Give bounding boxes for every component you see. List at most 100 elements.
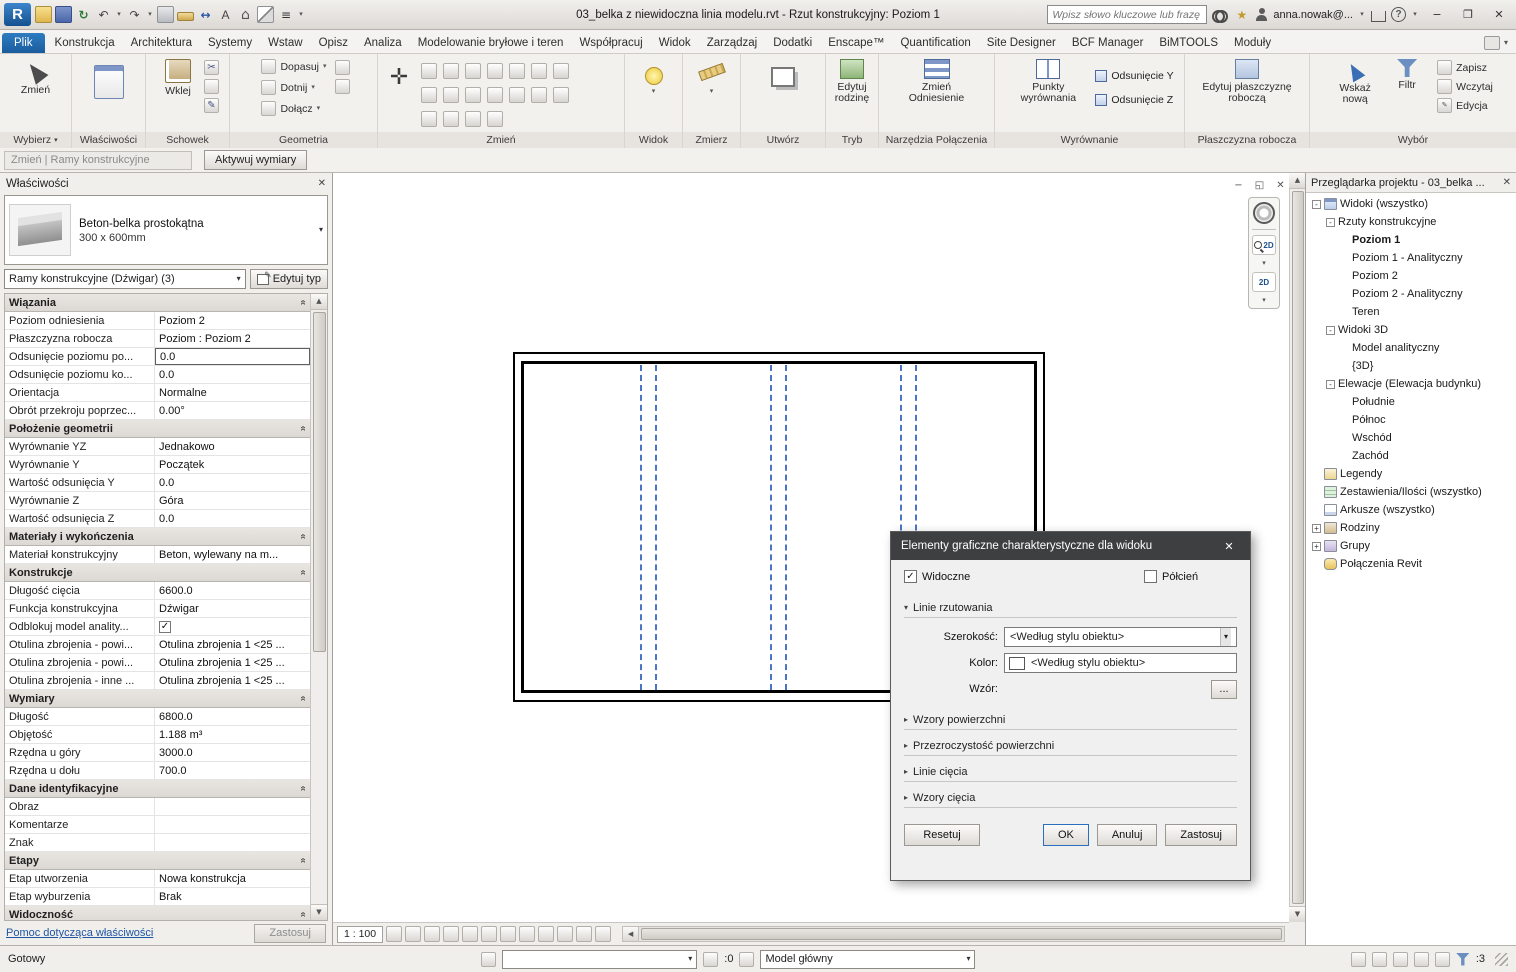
copy-icon[interactable] xyxy=(421,87,437,103)
favorites-icon[interactable]: ★ xyxy=(1233,6,1250,23)
delete-icon[interactable] xyxy=(531,87,547,103)
scale-icon[interactable] xyxy=(465,87,481,103)
detail-level-icon[interactable] xyxy=(386,926,402,942)
property-value[interactable] xyxy=(155,834,310,851)
reset-button[interactable]: Resetuj xyxy=(904,824,980,846)
design-options-icon[interactable] xyxy=(739,952,754,967)
vertical-scrollbar[interactable]: ▲ ▼ xyxy=(1289,173,1305,922)
browser-item-legendy[interactable]: Legendy xyxy=(1306,465,1516,483)
tab-współpracuj[interactable]: Współpracuj xyxy=(571,33,650,53)
browser-item-rodziny[interactable]: +Rodziny xyxy=(1306,519,1516,537)
tab-architektura[interactable]: Architektura xyxy=(123,33,200,53)
browser-item-grupy[interactable]: +Grupy xyxy=(1306,537,1516,555)
tree-expander-icon[interactable]: - xyxy=(1326,326,1335,335)
modify-button[interactable]: Zmień xyxy=(0,56,71,96)
match-type-icon[interactable] xyxy=(553,87,569,103)
open-icon[interactable] xyxy=(35,6,52,23)
horizontal-scrollbar[interactable]: ◀ xyxy=(622,926,1285,942)
browser-item-{3d}[interactable]: {3D} xyxy=(1306,357,1516,375)
property-value[interactable]: 0.0 xyxy=(155,510,310,527)
property-value[interactable]: 700.0 xyxy=(155,762,310,779)
array-icon[interactable] xyxy=(443,87,459,103)
qat-customize-icon[interactable]: ▾ xyxy=(297,11,305,18)
browser-item-poziom-1[interactable]: Poziom 1 xyxy=(1306,231,1516,249)
cope-button[interactable]: Dopasuj▾ xyxy=(257,56,330,77)
property-value[interactable]: Otulina zbrojenia 1 <25 ... xyxy=(155,636,310,653)
steering-wheel-icon[interactable] xyxy=(1253,202,1275,224)
sun-path-icon[interactable] xyxy=(424,926,440,942)
reveal-hidden-icon[interactable] xyxy=(519,926,535,942)
section-linie-cięcia[interactable]: ▸Linie cięcia xyxy=(904,762,1237,782)
property-value[interactable]: Początek xyxy=(155,456,310,473)
store-icon[interactable] xyxy=(1371,11,1386,22)
crop-view-icon[interactable] xyxy=(462,926,478,942)
search-input[interactable] xyxy=(1047,5,1207,24)
property-value[interactable] xyxy=(155,798,310,815)
tab-konstrukcja[interactable]: Konstrukcja xyxy=(47,33,123,53)
browser-item-teren[interactable]: Teren xyxy=(1306,303,1516,321)
zoom-icon[interactable]: 2D xyxy=(1252,235,1276,255)
worksets-icon[interactable] xyxy=(481,952,496,967)
panel-label-select[interactable]: Wybierz▾ xyxy=(0,132,71,148)
property-value[interactable]: Beton, wylewany na m... xyxy=(155,546,310,563)
print-icon[interactable] xyxy=(157,6,174,23)
panel-label-selection[interactable]: Wybór xyxy=(1310,132,1516,148)
offset-icon[interactable] xyxy=(443,63,459,79)
tab-quantification[interactable]: Quantification xyxy=(892,33,978,53)
properties-close-icon[interactable]: ✕ xyxy=(318,179,326,189)
apply-dialog-button[interactable]: Zastosuj xyxy=(1165,824,1237,846)
pan-2d-icon[interactable]: 2D xyxy=(1252,272,1276,292)
panel-label-joinery[interactable]: Narzędzia Połączenia xyxy=(879,132,994,148)
mirror-pick-axis-icon[interactable] xyxy=(465,63,481,79)
browser-item-rzuty-konstrukcyjne[interactable]: -Rzuty konstrukcyjne xyxy=(1306,213,1516,231)
property-value[interactable]: Poziom 2 xyxy=(155,312,310,329)
aligned-dimension-icon[interactable]: ↔ xyxy=(197,6,214,23)
view-minimize-icon[interactable]: − xyxy=(1231,179,1246,193)
browser-item-zestawienia-ilości-wszystko[interactable]: Zestawienia/Ilości (wszystko) xyxy=(1306,483,1516,501)
property-value[interactable]: 0.0 xyxy=(155,474,310,491)
select-pinned-elements-icon[interactable] xyxy=(1393,952,1408,967)
justification-points-button[interactable]: Punkty wyrównania xyxy=(1005,56,1091,104)
property-value[interactable]: Brak xyxy=(155,888,310,905)
help-dropdown-icon[interactable]: ▾ xyxy=(1411,11,1419,18)
property-group-położenie-geometrii[interactable]: Położenie geometrii» xyxy=(5,420,310,438)
cut-geometry-icon[interactable] xyxy=(421,111,437,127)
measure-button[interactable]: ▾ xyxy=(683,56,740,95)
ok-button[interactable]: OK xyxy=(1043,824,1089,846)
view-restore-icon[interactable]: ◱ xyxy=(1252,179,1267,193)
revit-app-button[interactable]: R xyxy=(4,3,31,26)
tab-enscape[interactable]: Enscape™ xyxy=(820,33,892,53)
section-przezroczystość-powierzchni[interactable]: ▸Przezroczystość powierzchni xyxy=(904,736,1237,756)
scrollbar-thumb[interactable] xyxy=(313,312,326,652)
panel-label-measure[interactable]: Zmierz xyxy=(683,132,740,148)
tab-bimtools[interactable]: BiMTOOLS xyxy=(1151,33,1226,53)
displacement-sets-icon[interactable] xyxy=(595,926,611,942)
panel-label-workplane[interactable]: Płaszczyzna robocza xyxy=(1185,132,1309,148)
reveal-constraints-icon[interactable] xyxy=(557,926,573,942)
section-icon[interactable] xyxy=(257,6,274,23)
zoom-dropdown-icon[interactable]: ▾ xyxy=(1262,260,1266,267)
tab-systemy[interactable]: Systemy xyxy=(200,33,260,53)
hidden-model-dashed-line[interactable] xyxy=(785,365,787,690)
panel-label-view[interactable]: Widok xyxy=(625,132,682,148)
z-offset-button[interactable]: Odsunięcie Z xyxy=(1095,90,1173,110)
tab-dodatki[interactable]: Dodatki xyxy=(765,33,820,53)
projection-lines-section[interactable]: ▾ Linie rzutowania xyxy=(904,598,1237,618)
panel-label-geometry[interactable]: Geometria xyxy=(230,132,377,148)
scroll-up-icon[interactable]: ▲ xyxy=(311,294,328,310)
property-value[interactable]: 3000.0 xyxy=(155,744,310,761)
maximize-icon[interactable]: ❐ xyxy=(1455,5,1481,25)
tree-expander-icon[interactable]: - xyxy=(1312,200,1321,209)
browser-item-północ[interactable]: Północ xyxy=(1306,411,1516,429)
cancel-button[interactable]: Anuluj xyxy=(1097,824,1158,846)
property-group-wymiary[interactable]: Wymiary» xyxy=(5,690,310,708)
panel-label-modify[interactable]: Zmień xyxy=(378,132,624,148)
collapse-group-icon[interactable]: » xyxy=(298,858,309,864)
default-3d-view-icon[interactable]: ⌂ xyxy=(237,6,254,23)
property-value[interactable]: Normalne xyxy=(155,384,310,401)
help-icon[interactable]: ? xyxy=(1391,7,1406,22)
pick-new-button[interactable]: Wskaż nową xyxy=(1329,56,1381,105)
property-value[interactable] xyxy=(155,816,310,833)
hidden-model-dashed-line[interactable] xyxy=(655,365,657,690)
load-selection-button[interactable]: Wczytaj xyxy=(1433,77,1497,96)
